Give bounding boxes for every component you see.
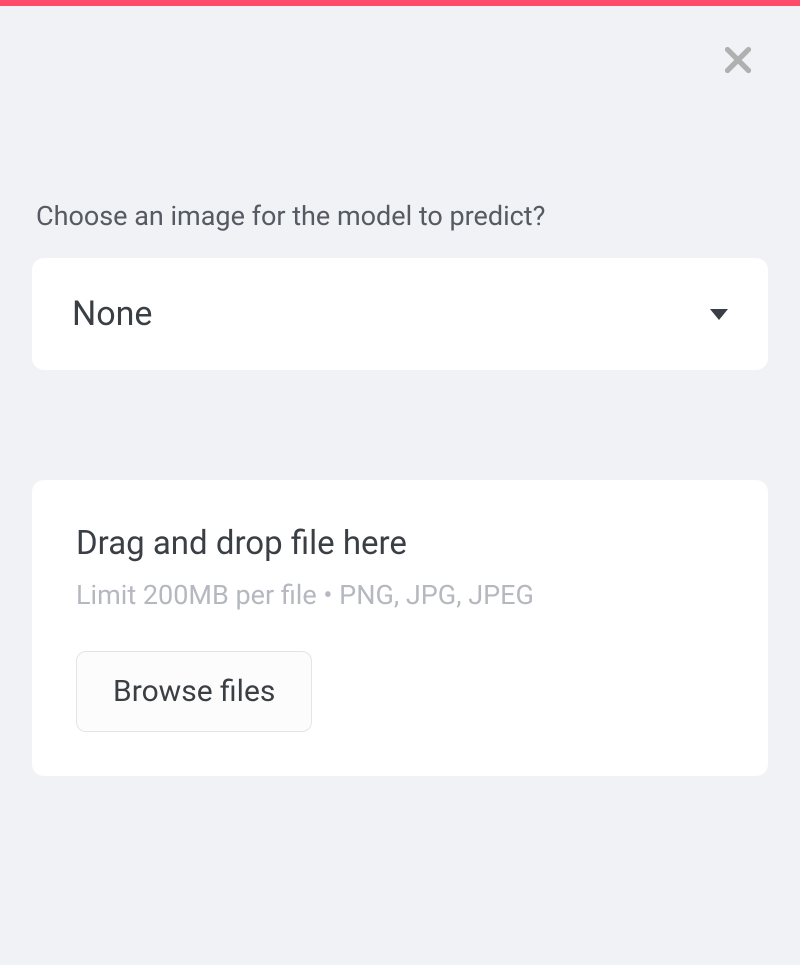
close-icon (720, 42, 756, 82)
select-label: Choose an image for the model to predict… (36, 200, 768, 232)
main-panel: Choose an image for the model to predict… (0, 0, 800, 776)
image-select[interactable]: None (32, 258, 768, 370)
select-value: None (72, 294, 152, 334)
uploader-hint: Limit 200MB per file • PNG, JPG, JPEG (76, 579, 724, 611)
browse-files-label: Browse files (113, 674, 275, 709)
close-button[interactable] (716, 40, 760, 84)
accent-bar (0, 0, 800, 6)
caret-down-icon (710, 305, 728, 324)
uploader-title: Drag and drop file here (76, 524, 724, 563)
file-uploader[interactable]: Drag and drop file here Limit 200MB per … (32, 480, 768, 776)
browse-files-button[interactable]: Browse files (76, 651, 312, 732)
